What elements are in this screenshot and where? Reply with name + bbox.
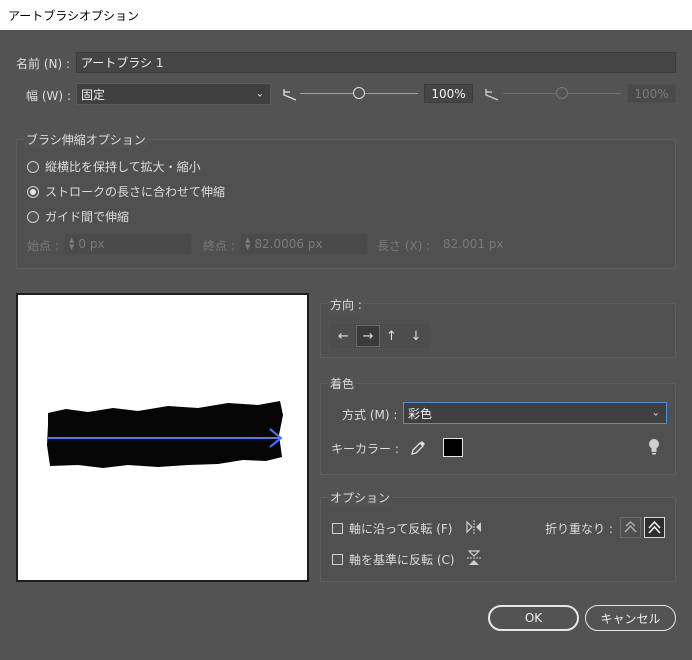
- brush-preview-canvas: [47, 401, 283, 468]
- cancel-button-label: キャンセル: [600, 611, 661, 626]
- overlap-adjust-icon: [648, 520, 661, 534]
- stretch-option-proportional-label: 縦横比を保持して拡大・縮小: [45, 160, 201, 174]
- stretch-option-proportional[interactable]: 縦横比を保持して拡大・縮小: [27, 158, 201, 175]
- brush-preview: [16, 293, 309, 582]
- width-percent-secondary-value: 100%: [634, 86, 669, 101]
- options-group: [320, 497, 676, 582]
- key-color-label: キーカラー :: [331, 442, 399, 456]
- radio-guides[interactable]: [27, 210, 39, 223]
- flip-along-checkbox[interactable]: [332, 523, 343, 534]
- direction-down-button[interactable]: ↓: [404, 325, 428, 347]
- flip-across-checkbox[interactable]: [332, 554, 343, 565]
- direction-title: 方向 :: [328, 296, 364, 313]
- overlap-adjust-button[interactable]: [644, 517, 665, 538]
- stretch-options-title: ブラシ伸縮オプション: [24, 131, 148, 148]
- width-percent-value: 100%: [431, 86, 466, 101]
- method-select[interactable]: 彩色 ⌄: [403, 402, 667, 424]
- cancel-button[interactable]: キャンセル: [585, 605, 676, 631]
- start-input: ▲ ▼ 0 px: [64, 233, 192, 255]
- overlap-fold-icon: [624, 521, 637, 533]
- width-variation-icon[interactable]: [282, 86, 298, 102]
- stretch-option-guides-label: ガイド間で伸縮: [45, 210, 130, 224]
- direction-up-button[interactable]: ↑: [380, 325, 404, 347]
- window-title: アートブラシオプション: [8, 8, 140, 23]
- key-color-swatch[interactable]: [443, 438, 463, 457]
- name-input-value: アートブラシ 1: [81, 56, 164, 70]
- flip-across-option[interactable]: 軸を基準に反転 (C): [332, 551, 455, 568]
- flip-along-option[interactable]: 軸に沿って反転 (F): [332, 520, 452, 537]
- direction-right-button[interactable]: →: [356, 325, 380, 347]
- width-slider-secondary-thumb: [556, 87, 568, 99]
- stretch-option-fit-stroke-label: ストロークの長さに合わせて伸縮: [45, 185, 226, 199]
- end-input: ▲ ▼ 82.0006 px: [240, 233, 368, 255]
- start-input-value: 0 px: [78, 237, 105, 251]
- direction-left-button[interactable]: ←: [332, 325, 356, 347]
- flip-along-icon: [466, 520, 481, 534]
- width-percent-secondary-input: 100%: [627, 84, 676, 103]
- width-select-value: 固定: [81, 87, 106, 102]
- method-select-value: 彩色: [408, 406, 433, 421]
- stretch-option-guides[interactable]: ガイド間で伸縮: [27, 208, 129, 225]
- width-variation-secondary-icon: [485, 89, 499, 101]
- width-select[interactable]: 固定 ⌄: [76, 83, 271, 105]
- colorization-group: [320, 383, 676, 475]
- colorization-title: 着色: [328, 375, 357, 392]
- end-label: 終点 :: [203, 239, 235, 253]
- start-label: 始点 :: [27, 239, 59, 253]
- overlap-label: 折り重なり :: [545, 522, 613, 536]
- direction-button-group: ← → ↑ ↓: [331, 324, 429, 348]
- flip-across-icon: [467, 550, 481, 565]
- width-percent-input[interactable]: 100%: [424, 84, 473, 103]
- name-input[interactable]: アートブラシ 1: [76, 52, 676, 73]
- options-title: オプション: [328, 489, 393, 506]
- flip-along-label: 軸に沿って反転 (F): [349, 522, 453, 536]
- length-value: 82.001 px: [443, 237, 504, 251]
- title-bar: アートブラシオプション: [0, 0, 692, 30]
- flip-across-label: 軸を基準に反転 (C): [349, 553, 455, 567]
- overlap-fold-button[interactable]: [620, 517, 641, 538]
- ok-button-label: OK: [524, 611, 543, 625]
- radio-proportional[interactable]: [27, 160, 39, 173]
- brush-stroke-shape: [47, 401, 283, 468]
- name-label: 名前 (N) :: [16, 57, 71, 71]
- radio-fit-stroke[interactable]: [27, 185, 39, 198]
- chevron-down-icon: ⌄: [651, 407, 660, 419]
- end-stepper-icon: ▲ ▼: [245, 236, 251, 251]
- chevron-down-icon: ⌄: [255, 88, 264, 100]
- stretch-option-fit-stroke[interactable]: ストロークの長さに合わせて伸縮: [27, 183, 225, 200]
- tips-lightbulb-icon[interactable]: [647, 438, 661, 456]
- end-input-value: 82.0006 px: [254, 237, 323, 251]
- start-stepper-icon: ▲ ▼: [69, 236, 75, 251]
- width-label: 幅 (W) :: [26, 89, 71, 103]
- width-slider-thumb[interactable]: [353, 87, 365, 99]
- ok-button[interactable]: OK: [488, 605, 579, 631]
- method-label: 方式 (M) :: [342, 408, 398, 422]
- length-label: 長さ (X) :: [377, 239, 431, 253]
- eyedropper-icon[interactable]: [409, 439, 427, 457]
